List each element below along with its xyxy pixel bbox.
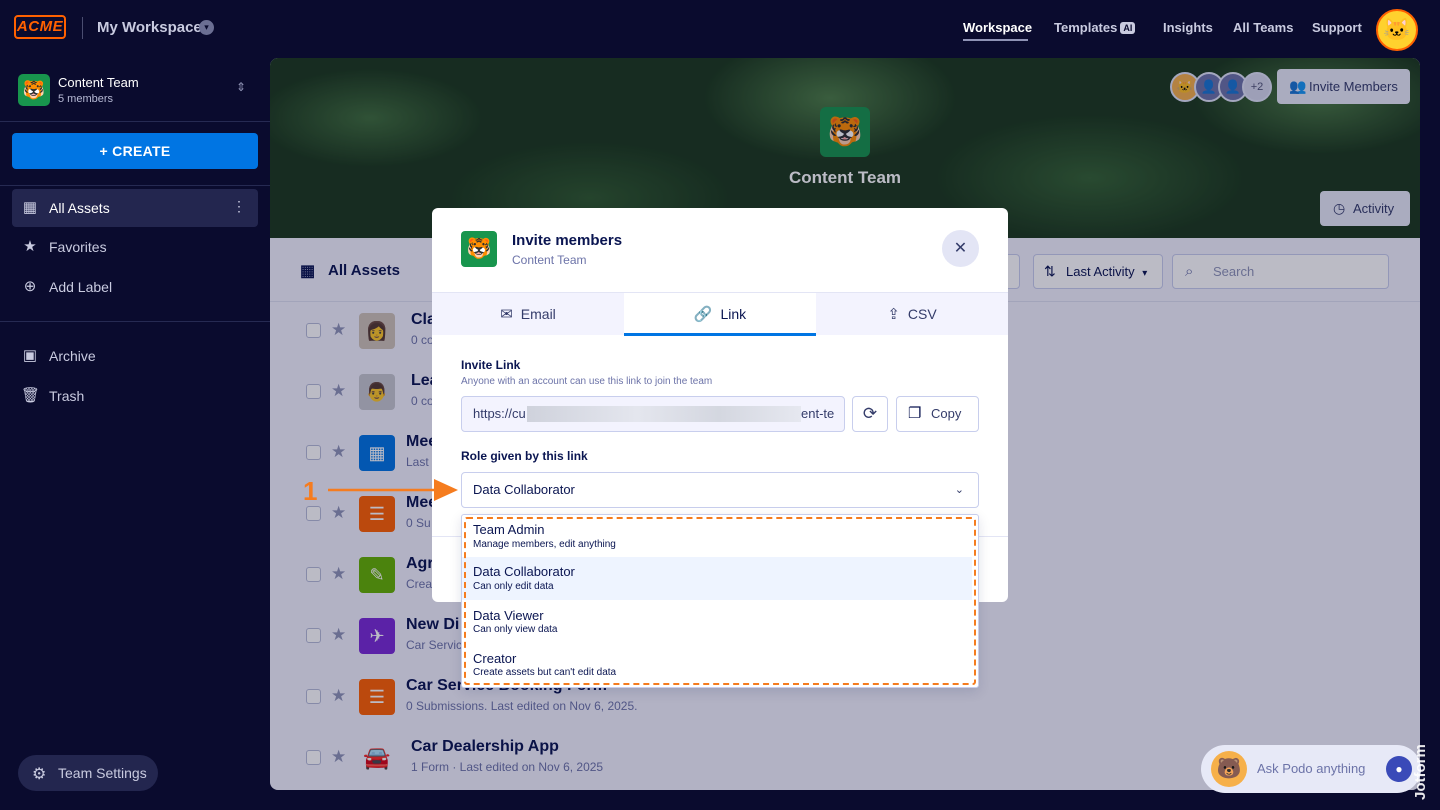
invite-tabs: ✉ Email 🔗 Link ⇪ CSV (432, 292, 1008, 336)
grid-icon: ▦ (22, 199, 38, 216)
tab-label: Link (720, 306, 747, 322)
archive-icon: ▣ (22, 347, 38, 364)
link-suffix: ent-te (801, 406, 835, 421)
nav-templates[interactable]: Templates AI (1054, 20, 1136, 35)
step-number: 1 (303, 476, 318, 506)
trash-icon: 🗑 (21, 387, 41, 404)
user-avatar[interactable]: 🐱 (1376, 9, 1418, 51)
copy-label: Copy (931, 406, 962, 421)
sidebar-item-all-assets[interactable]: ▦ All Assets ⋮ (12, 189, 258, 227)
link-icon: 🔗 (693, 306, 713, 323)
team-settings-button[interactable]: ⚙ Team Settings (18, 755, 158, 791)
sidebar-item-trash[interactable]: 🗑 Trash (12, 377, 258, 415)
role-option-creator[interactable]: Creator Create assets but can't edit dat… (462, 643, 972, 686)
role-option-data-collaborator[interactable]: Data Collaborator Can only edit data (462, 557, 972, 600)
chevron-down-icon: ⌄ (954, 484, 964, 496)
nav-templates-label: Templates (1054, 20, 1118, 35)
sidebar-item-label: Add Label (49, 279, 113, 295)
acme-logo[interactable]: ACME (14, 15, 66, 39)
arrow-icon (328, 479, 458, 501)
top-bar: ACME My Workspace ▾ Workspace Templates A… (0, 0, 1440, 58)
tab-email[interactable]: ✉ Email (432, 293, 624, 336)
invite-link-help: Anyone with an account can use this link… (461, 376, 713, 387)
nav-all-teams[interactable]: All Teams (1233, 20, 1293, 35)
refresh-icon: ⟳ (862, 404, 878, 423)
invite-link-label: Invite Link (461, 358, 521, 372)
modal-title: Invite members (512, 232, 623, 249)
modal-subtitle: Content Team (512, 253, 587, 267)
link-prefix: https://cu (473, 406, 526, 421)
team-name: Content Team (58, 75, 139, 90)
upload-icon: ⇪ (887, 306, 900, 323)
role-option-team-admin[interactable]: Team Admin Manage members, edit anything (462, 517, 972, 560)
gear-icon: ⚙ (32, 766, 47, 783)
role-option-name: Data Viewer (473, 608, 544, 623)
role-option-name: Data Collaborator (473, 564, 575, 579)
nav-support[interactable]: Support (1312, 20, 1362, 35)
jotform-watermark: Jotform (1412, 744, 1429, 800)
sidebar-divider (0, 121, 270, 122)
sidebar-item-label: Trash (49, 388, 85, 404)
redacted-link-mask (527, 406, 801, 422)
sidebar-divider (0, 185, 270, 186)
envelope-icon: ✉ (500, 306, 513, 323)
team-avatar: 🐯 (461, 231, 497, 267)
workspace-title[interactable]: My Workspace (97, 19, 202, 36)
copy-link-button[interactable]: ❐ Copy (896, 396, 979, 432)
podo-avatar: 🐻 (1211, 751, 1247, 787)
sidebar-item-archive[interactable]: ▣ Archive (12, 337, 258, 375)
role-option-desc: Can only view data (473, 624, 558, 635)
role-option-desc: Can only edit data (473, 581, 554, 592)
sidebar-item-favorites[interactable]: ★ Favorites (12, 228, 258, 266)
more-vertical-icon[interactable]: ⋮ (232, 198, 246, 215)
role-option-name: Team Admin (473, 522, 545, 537)
role-option-data-viewer[interactable]: Data Viewer Can only view data (462, 600, 972, 643)
sidebar-item-label: Favorites (49, 239, 107, 255)
sidebar-divider (0, 321, 270, 322)
tab-label: Email (520, 306, 556, 322)
ask-podo-placeholder: Ask Podo anything (1257, 761, 1366, 776)
microphone-icon[interactable]: ● (1386, 756, 1412, 782)
nav-workspace[interactable]: Workspace (963, 20, 1032, 35)
copy-icon: ❐ (908, 405, 922, 422)
team-settings-label: Team Settings (58, 765, 147, 781)
nav-insights[interactable]: Insights (1163, 20, 1213, 35)
chevron-down-icon[interactable]: ▾ (199, 20, 214, 35)
invite-link-field[interactable]: https://cu ent-te (461, 396, 845, 432)
role-option-desc: Manage members, edit anything (473, 539, 616, 550)
ask-podo-widget[interactable]: 🐻 Ask Podo anything ● (1201, 745, 1421, 793)
ai-badge: AI (1120, 22, 1136, 34)
nav-active-underline (963, 39, 1028, 41)
modal-header: 🐯 Invite members Content Team ✕ (432, 208, 1008, 292)
role-option-name: Creator (473, 651, 517, 666)
team-switcher[interactable]: 🐯 Content Team 5 members ⇕ (18, 74, 258, 108)
tab-label: CSV (907, 306, 937, 322)
role-select[interactable]: Data Collaborator ⌄ (461, 472, 979, 508)
tab-link[interactable]: 🔗 Link (624, 293, 816, 336)
topbar-divider (82, 17, 83, 39)
plus-circle-icon: ⊕ (23, 278, 37, 295)
close-icon[interactable]: ✕ (942, 230, 979, 267)
chevron-updown-icon: ⇕ (236, 80, 247, 94)
sidebar-item-add-label[interactable]: ⊕ Add Label (12, 268, 258, 306)
role-label: Role given by this link (461, 449, 588, 463)
team-member-count: 5 members (58, 93, 114, 105)
sidebar-item-label: All Assets (49, 200, 110, 216)
team-avatar: 🐯 (18, 74, 50, 106)
create-button[interactable]: + CREATE (12, 133, 258, 169)
sidebar: 🐯 Content Team 5 members ⇕ + CREATE ▦ Al… (0, 58, 270, 810)
role-select-value: Data Collaborator (473, 482, 575, 497)
tab-csv[interactable]: ⇪ CSV (816, 293, 1008, 336)
role-option-desc: Create assets but can't edit data (473, 667, 617, 678)
star-icon: ★ (23, 238, 37, 255)
sidebar-item-label: Archive (49, 348, 96, 364)
refresh-link-button[interactable]: ⟳ (852, 396, 888, 432)
